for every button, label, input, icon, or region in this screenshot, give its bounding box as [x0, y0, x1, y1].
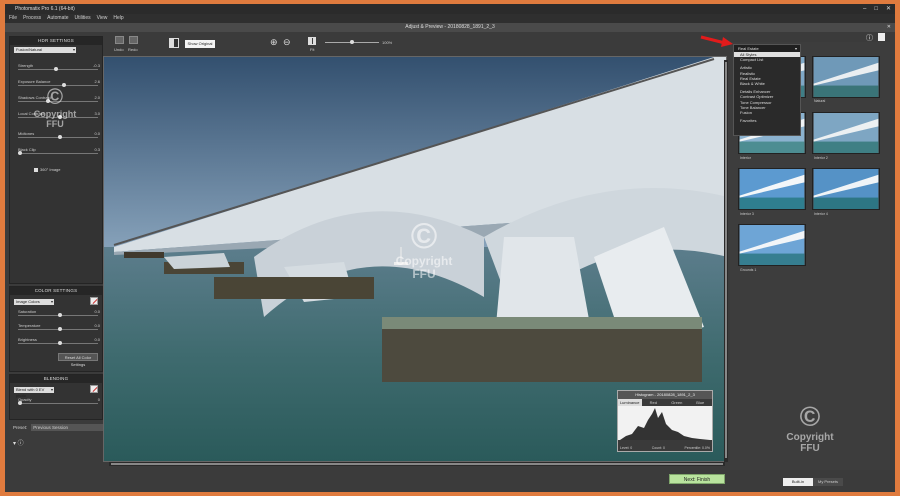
tab-built-in[interactable]: Built-in: [783, 478, 813, 486]
redo-label: Redo: [128, 47, 138, 52]
slider-temperature[interactable]: Temperature 0.0: [16, 323, 100, 333]
histogram-title: Histogram - 20180828_1891_2_3: [618, 391, 712, 399]
menu-bar: File Process Automate Utilities View Hel…: [5, 14, 895, 23]
color-picker-swatch[interactable]: [90, 297, 98, 305]
preset-dropdown[interactable]: Previous Session: [31, 423, 103, 431]
color-settings-header: COLOR SETTINGS: [10, 287, 102, 295]
slider-strength[interactable]: Strength -0.3: [16, 63, 100, 73]
histogram-window[interactable]: Histogram - 20180828_1891_2_3 Luminance …: [617, 390, 713, 452]
thumbnail-grounds-1[interactable]: [738, 224, 806, 266]
hdr-settings-header: HDR SETTINGS: [10, 37, 102, 45]
slider-saturation[interactable]: Saturation 0.0: [16, 309, 100, 319]
close-button[interactable]: ✕: [886, 4, 891, 14]
split-view-icon[interactable]: [169, 38, 179, 48]
preview-title: Adjust & Preview - 20180828_1891_2_3: [405, 24, 495, 30]
thumbnail-label-grounds-1: Grounds 1: [740, 268, 757, 272]
next-finish-button[interactable]: Next: Finish: [669, 474, 725, 484]
preview-toolbar: Undo Redo Show Original ⊕ ⊖ Fit 100%: [103, 32, 727, 56]
menu-view[interactable]: View: [97, 14, 108, 23]
app-window: Photomatix Pro 6.1 (64-bit) – □ ✕ File P…: [5, 4, 895, 492]
tab-red[interactable]: Red: [642, 399, 666, 406]
thumbnail-interior-4[interactable]: [812, 168, 880, 210]
fit-icon[interactable]: [308, 37, 316, 45]
blending-panel: BLENDING Blend with 0 EV photo Opacity 0: [9, 374, 103, 420]
redo-icon[interactable]: [129, 36, 138, 44]
styles-options-icon[interactable]: [878, 33, 885, 41]
slider-brightness[interactable]: Brightness 0.0: [16, 337, 100, 347]
styles-bottom-tabs: Built-in My Presets: [783, 478, 843, 486]
styles-dropdown-menu[interactable]: Real Estate All Styles Compact List Arti…: [733, 44, 801, 136]
tab-luminance[interactable]: Luminance: [618, 399, 642, 406]
watermark-left: © Copyright FFU: [33, 84, 77, 130]
show-original-button[interactable]: Show Original: [185, 40, 215, 48]
zoom-in-icon[interactable]: ⊕: [270, 37, 278, 48]
thumbnail-interior-3[interactable]: [738, 168, 806, 210]
horizontal-scrollbar[interactable]: [109, 462, 725, 466]
watermark-center: © Copyright FFU: [395, 215, 453, 281]
help-icon[interactable]: ▾ ⓘ: [13, 438, 24, 447]
vertical-scrollbar[interactable]: [724, 60, 728, 462]
histogram-info: Level: 0 Count: 0 Percentile: 0.0%: [620, 446, 710, 450]
histogram-tabs: Luminance Red Green Blue: [618, 399, 712, 406]
blend-color-swatch[interactable]: [90, 385, 98, 393]
menu-process[interactable]: Process: [23, 14, 41, 23]
preset-row: Preset: Previous Session: [13, 422, 103, 432]
thumbnail-label-natural: Natural: [814, 99, 826, 103]
method-dropdown[interactable]: Fusion/Natural: [14, 47, 76, 53]
blending-header: BLENDING: [10, 375, 102, 383]
zoom-out-icon[interactable]: ⊖: [283, 37, 291, 48]
blend-mode-dropdown[interactable]: Blend with 0 EV photo: [14, 387, 54, 398]
histogram-graph: [618, 406, 712, 440]
title-bar: Photomatix Pro 6.1 (64-bit) – □ ✕: [5, 4, 895, 14]
tab-blue[interactable]: Blue: [689, 399, 713, 406]
undo-icon[interactable]: [115, 36, 124, 44]
tab-green[interactable]: Green: [665, 399, 689, 406]
info-icon[interactable]: ⓘ: [866, 33, 873, 43]
thumbnail-interior-2[interactable]: [812, 112, 880, 154]
menu-utilities[interactable]: Utilities: [75, 14, 91, 23]
menu-help[interactable]: Help: [113, 14, 123, 23]
settings-panel: HDR SETTINGS Fusion/Natural Strength -0.…: [9, 34, 103, 484]
slider-opacity[interactable]: Opacity 0: [16, 397, 100, 407]
reset-color-settings-button[interactable]: Reset All Color Settings: [58, 353, 98, 367]
thumbnail-natural[interactable]: [812, 56, 880, 98]
thumbnail-label-interior: Interior: [740, 156, 751, 160]
360-image-checkbox[interactable]: 360° Image: [34, 167, 61, 172]
zoom-level: 100%: [382, 40, 393, 45]
slider-midtones[interactable]: Midtones 0.0: [16, 131, 100, 141]
minimize-button[interactable]: –: [863, 4, 866, 14]
close-preview-button[interactable]: ✕: [887, 23, 891, 32]
undo-label: Undo: [114, 47, 124, 52]
slider-black-clip[interactable]: Black Clip 0.3: [16, 147, 100, 157]
styles-dropdown-current[interactable]: Real Estate: [734, 45, 800, 52]
thumbnail-label-interior-4: Interior 4: [814, 212, 828, 216]
hdr-settings-panel: HDR SETTINGS Fusion/Natural Strength -0.…: [9, 36, 103, 284]
thumbnail-label-interior-3: Interior 3: [740, 212, 754, 216]
zoom-slider-handle[interactable]: [350, 40, 354, 44]
menu-file[interactable]: File: [9, 14, 17, 23]
red-arrow-annotation: [700, 35, 733, 47]
thumbnail-label-interior-2: Interior 2: [814, 156, 828, 160]
window-title: Photomatix Pro 6.1 (64-bit): [15, 6, 75, 12]
watermark-right: © Copyright FFU: [786, 401, 834, 455]
color-settings-panel: COLOR SETTINGS Image Colors Saturation 0…: [9, 286, 103, 372]
tab-my-presets[interactable]: My Presets: [813, 478, 843, 486]
preview-title-bar: Adjust & Preview - 20180828_1891_2_3 ✕: [5, 23, 895, 32]
menu-item-favorites[interactable]: Favorites: [734, 118, 800, 123]
maximize-button[interactable]: □: [874, 4, 878, 14]
fit-label: Fit: [310, 47, 315, 52]
menu-automate[interactable]: Automate: [47, 14, 68, 23]
color-preset-dropdown[interactable]: Image Colors: [14, 299, 54, 305]
